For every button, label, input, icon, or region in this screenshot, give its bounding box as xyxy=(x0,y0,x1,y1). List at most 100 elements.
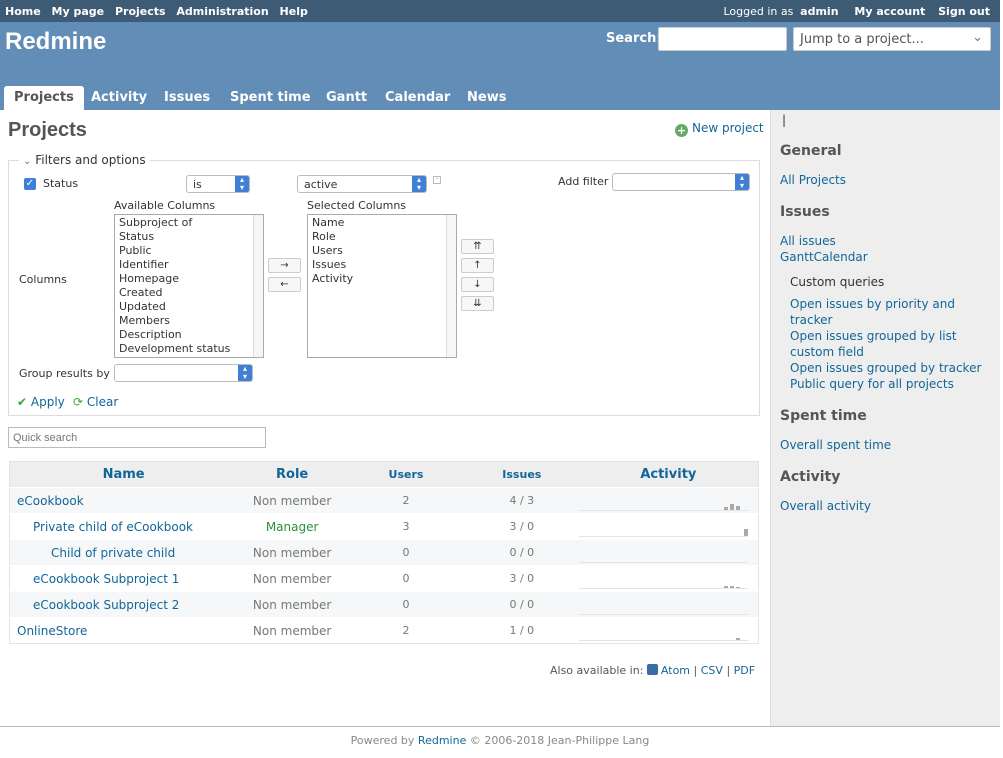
list-item[interactable]: Users xyxy=(312,244,452,258)
project-link[interactable]: Child of private child xyxy=(51,546,175,560)
role-cell: Non member xyxy=(237,591,348,618)
role-cell: Non member xyxy=(237,565,348,592)
atom-link[interactable]: Atom xyxy=(661,664,690,677)
move-bottom-button[interactable]: ⇊ xyxy=(461,296,494,311)
activity-cell xyxy=(578,513,759,540)
project-link[interactable]: eCookbook Subproject 2 xyxy=(33,598,179,612)
list-item[interactable]: Members xyxy=(119,314,259,328)
list-item[interactable]: Public xyxy=(119,244,259,258)
activity-sparkline xyxy=(578,525,748,537)
column-header-name[interactable]: Name xyxy=(9,461,238,488)
move-down-button[interactable]: ↓ xyxy=(461,277,494,292)
users-cell: 3 xyxy=(347,513,465,540)
column-header-role[interactable]: Role xyxy=(237,461,348,488)
sidebar-query-link[interactable]: Open issues grouped by tracker xyxy=(790,360,990,376)
powered-by-label: Powered by xyxy=(350,734,415,747)
chevron-down-icon: ⌄ xyxy=(23,156,32,167)
sidebar: | General All Projects Issues All issues… xyxy=(770,110,1000,726)
content: Projects + New project ⌄ Filters and opti… xyxy=(0,110,770,726)
list-item[interactable]: Name xyxy=(312,216,452,230)
group-by-select[interactable]: ▴ ▾ xyxy=(114,364,253,382)
move-right-button[interactable]: → xyxy=(268,258,301,273)
apply-button[interactable]: ✔ Apply xyxy=(17,395,65,409)
jump-to-project-select[interactable]: Jump to a project... ⌄ xyxy=(793,27,991,51)
list-item[interactable]: Activity xyxy=(312,272,452,286)
selected-columns-list[interactable]: Name Role Users Issues Activity xyxy=(307,214,457,358)
sidebar-caret: | xyxy=(782,113,787,127)
list-item[interactable]: Created xyxy=(119,286,259,300)
project-link[interactable]: OnlineStore xyxy=(17,624,87,638)
sidebar-item-gantt-calendar[interactable]: GanttCalendar xyxy=(780,249,868,265)
copyright-text: © 2006-2018 Jean-Philippe Lang xyxy=(469,734,650,747)
top-menu-projects[interactable]: Projects xyxy=(115,5,166,18)
list-item[interactable]: Identifier xyxy=(119,258,259,272)
add-icon: + xyxy=(675,124,688,137)
project-link[interactable]: eCookbook xyxy=(17,494,84,508)
role-cell: Non member xyxy=(237,487,348,514)
scrollbar[interactable] xyxy=(446,215,456,357)
sidebar-query-link[interactable]: Public query for all projects xyxy=(790,376,990,392)
available-columns-list[interactable]: Subproject of Status Public Identifier H… xyxy=(114,214,264,358)
users-cell: 2 xyxy=(347,617,465,644)
logged-in-user-link[interactable]: admin xyxy=(800,5,838,18)
tab-activity[interactable]: Activity xyxy=(81,86,157,110)
move-up-button[interactable]: ↑ xyxy=(461,258,494,273)
scrollbar[interactable] xyxy=(253,215,263,357)
status-operator-select[interactable]: is ▴ ▾ xyxy=(186,175,250,193)
list-item[interactable]: Subproject of xyxy=(119,216,259,230)
top-menu-help[interactable]: Help xyxy=(280,5,308,18)
logged-in-label: Logged in as xyxy=(723,5,794,18)
redmine-link[interactable]: Redmine xyxy=(418,734,466,747)
sign-out-link[interactable]: Sign out xyxy=(938,5,990,18)
sidebar-item-overall-activity[interactable]: Overall activity xyxy=(780,498,871,514)
list-item[interactable]: Description xyxy=(119,328,259,342)
status-filter-checkbox[interactable]: ✓ xyxy=(24,178,36,190)
tab-spent-time[interactable]: Spent time xyxy=(220,86,321,110)
role-cell: Non member xyxy=(237,539,348,566)
filters-fieldset: ⌄ Filters and options ✓ Status is ▴ ▾ act… xyxy=(8,153,760,416)
new-project-link[interactable]: + New project xyxy=(675,121,764,137)
list-item[interactable]: Issues xyxy=(312,258,452,272)
status-value-select[interactable]: active ▴ ▾ xyxy=(297,175,427,193)
add-filter-select[interactable]: ▴ ▾ xyxy=(612,173,750,191)
column-header-issues[interactable]: Issues xyxy=(464,461,579,488)
sidebar-item-all-issues[interactable]: All issues xyxy=(780,233,836,249)
list-item[interactable]: Development status xyxy=(119,342,259,356)
column-header-activity[interactable]: Activity xyxy=(578,461,759,488)
tab-gantt[interactable]: Gantt xyxy=(316,86,377,110)
close-icon[interactable]: · xyxy=(433,175,441,185)
top-menu-my-page[interactable]: My page xyxy=(52,5,105,18)
sidebar-query-link[interactable]: Open issues grouped by list custom field xyxy=(790,328,990,360)
available-columns-label: Available Columns xyxy=(114,199,216,212)
list-item[interactable]: Status xyxy=(119,230,259,244)
header: Redmine Search: Jump to a project... ⌄ P… xyxy=(0,22,1000,110)
list-item[interactable]: Updated xyxy=(119,300,259,314)
sidebar-item-overall-spent-time[interactable]: Overall spent time xyxy=(780,437,891,453)
clear-button[interactable]: ⟳ Clear xyxy=(73,395,118,409)
sidebar-query-link[interactable]: Open issues by priority and tracker xyxy=(790,296,990,328)
tab-issues[interactable]: Issues xyxy=(154,86,220,110)
tab-calendar[interactable]: Calendar xyxy=(375,86,460,110)
project-link[interactable]: Private child of eCookbook xyxy=(33,520,193,534)
filters-legend-toggle[interactable]: ⌄ Filters and options xyxy=(19,153,150,167)
tab-projects[interactable]: Projects xyxy=(4,86,84,110)
csv-link[interactable]: CSV xyxy=(701,664,723,677)
sidebar-heading-spent-time: Spent time xyxy=(780,408,867,424)
top-menu-home[interactable]: Home xyxy=(5,5,41,18)
quick-search-input[interactable] xyxy=(8,427,266,448)
project-link[interactable]: eCookbook Subproject 1 xyxy=(33,572,179,586)
list-item[interactable]: Role xyxy=(312,230,452,244)
pdf-link[interactable]: PDF xyxy=(734,664,755,677)
move-left-button[interactable]: ← xyxy=(268,277,301,292)
move-top-button[interactable]: ⇈ xyxy=(461,239,494,254)
list-item[interactable]: Homepage xyxy=(119,272,259,286)
column-header-users[interactable]: Users xyxy=(347,461,465,488)
my-account-link[interactable]: My account xyxy=(854,5,925,18)
table-row: OnlineStore Non member 2 1 / 0 xyxy=(9,617,759,644)
tab-news[interactable]: News xyxy=(457,86,516,110)
table-row: eCookbook Subproject 1 Non member 0 3 / … xyxy=(9,565,759,592)
sidebar-item-all-projects[interactable]: All Projects xyxy=(780,172,846,188)
status-operator-value: is xyxy=(193,178,202,191)
top-menu-administration[interactable]: Administration xyxy=(176,5,268,18)
search-input[interactable] xyxy=(658,27,787,51)
